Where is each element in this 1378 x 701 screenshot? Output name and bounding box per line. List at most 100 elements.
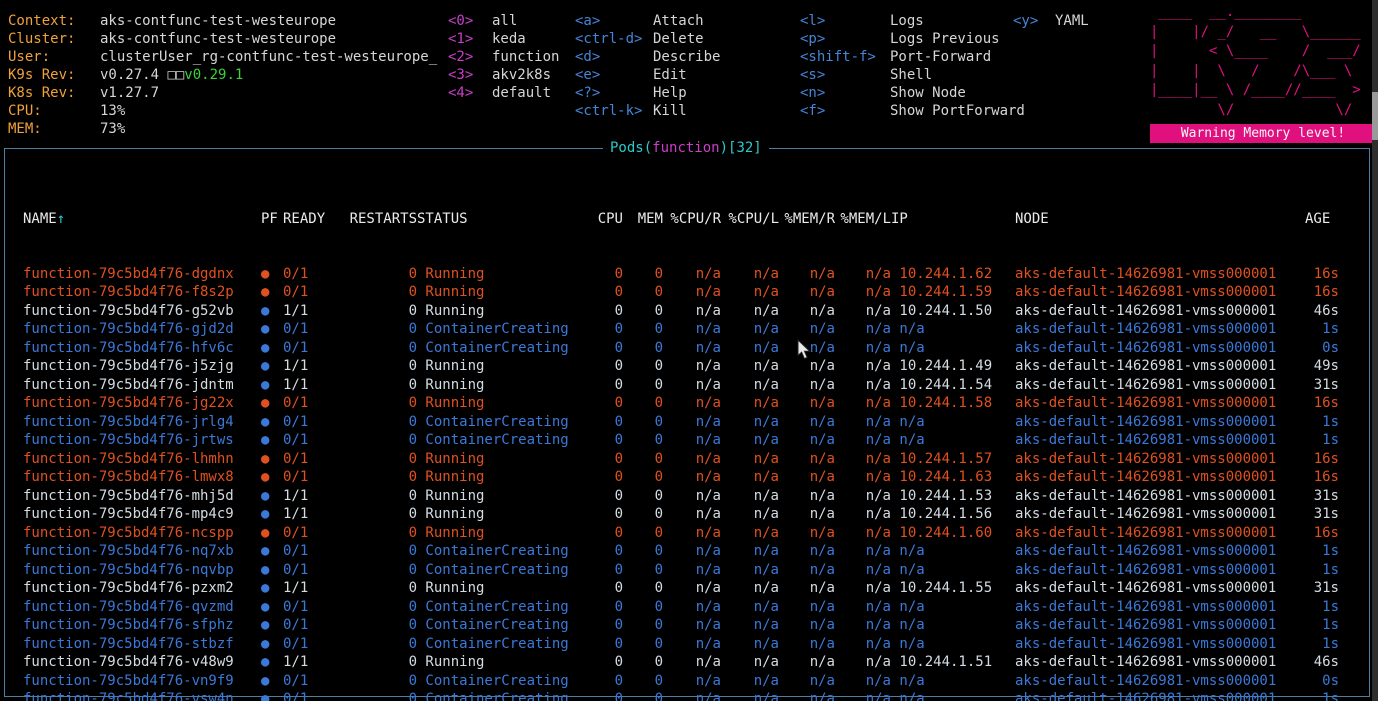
pod-restarts: 0 [345,690,417,701]
action-item[interactable]: <p>Logs Previous [800,30,1025,48]
action-item[interactable]: <n>Show Node [800,84,1025,102]
scrollbar[interactable] [1372,0,1378,701]
action-hotkeys-col2: <l>Logs<p>Logs Previous<shift-f>Port-For… [800,12,1025,120]
pod-row[interactable]: function-79c5bd4f76-vsw4n●0/10 Container… [5,690,1369,701]
column-header-p2[interactable]: %CPU/L [721,210,779,229]
pod-pcpu-r: n/a [663,468,721,487]
column-header-p3[interactable]: %MEM/R [779,210,835,229]
action-hotkeys-col1: <a>Attach<ctrl-d>Delete<d>Describe<e>Edi… [575,12,720,120]
column-header-name[interactable]: NAME↑ [23,210,261,229]
pod-pcpu-l: n/a [721,672,779,691]
column-header-ready[interactable]: READY [283,210,345,229]
pod-age: 16s [1305,524,1339,543]
pod-pcpu-l: n/a [721,431,779,450]
column-header-ip[interactable]: IP [891,210,1015,229]
pod-pmem-l: n/a [835,302,891,321]
action-item[interactable]: <f>Show PortForward [800,102,1025,120]
pods-panel: Pods(function)[32] NAME↑PFREADYRESTARTSS… [4,148,1370,697]
pod-row[interactable]: function-79c5bd4f76-mhj5d●1/10 Running00… [5,487,1369,506]
action-item[interactable]: <s>Shell [800,66,1025,84]
pf-indicator-icon: ● [261,413,283,432]
action-item[interactable]: <ctrl-d>Delete [575,30,720,48]
pod-ip: 10.244.1.59 [891,283,1015,302]
pod-row[interactable]: function-79c5bd4f76-ncspp●0/10 Running00… [5,524,1369,543]
pod-row[interactable]: function-79c5bd4f76-sfphz●0/10 Container… [5,616,1369,635]
namespace-item[interactable]: <4>default [448,84,559,102]
column-header-cpu[interactable]: CPU [585,210,623,229]
pod-row[interactable]: function-79c5bd4f76-g52vb●1/10 Running00… [5,302,1369,321]
pod-node: aks-default-14626981-vmss000001 [1015,320,1305,339]
pod-pcpu-r: n/a [663,265,721,284]
pod-mem: 0 [623,265,663,284]
pod-row[interactable]: function-79c5bd4f76-jdntm●1/10 Running00… [5,376,1369,395]
pod-pcpu-l: n/a [721,302,779,321]
pod-age: 46s [1305,302,1339,321]
pod-status: Running [417,487,585,506]
pod-row[interactable]: function-79c5bd4f76-jrlg4●0/10 Container… [5,413,1369,432]
pod-ready: 1/1 [283,579,345,598]
pod-name: function-79c5bd4f76-mhj5d [23,487,261,506]
pod-row[interactable]: function-79c5bd4f76-vn9f9●0/10 Container… [5,672,1369,691]
pod-mem: 0 [623,690,663,701]
pod-cpu: 0 [585,542,623,561]
column-header-pf[interactable]: PF [261,210,283,229]
pod-row[interactable]: function-79c5bd4f76-lmwx8●0/10 Running00… [5,468,1369,487]
action-item[interactable]: <ctrl-k>Kill [575,102,720,120]
namespace-item[interactable]: <3>akv2k8s [448,66,559,84]
pod-row[interactable]: function-79c5bd4f76-j5zjg●1/10 Running00… [5,357,1369,376]
pod-row[interactable]: function-79c5bd4f76-qvzmd●0/10 Container… [5,598,1369,617]
pod-row[interactable]: function-79c5bd4f76-lhmhn●0/10 Running00… [5,450,1369,469]
pod-row[interactable]: function-79c5bd4f76-stbzf●0/10 Container… [5,635,1369,654]
pod-name: function-79c5bd4f76-j5zjg [23,357,261,376]
namespace-item[interactable]: <0>all [448,12,559,30]
pod-pmem-l: n/a [835,339,891,358]
pod-pcpu-l: n/a [721,690,779,701]
pod-row[interactable]: function-79c5bd4f76-jg22x●0/10 Running00… [5,394,1369,413]
namespace-item[interactable]: <2>function [448,48,559,66]
pod-mem: 0 [623,413,663,432]
pod-row[interactable]: function-79c5bd4f76-f8s2p●0/10 Running00… [5,283,1369,302]
pf-indicator-icon: ● [261,265,283,284]
pod-ip: 10.244.1.62 [891,265,1015,284]
action-item[interactable]: <a>Attach [575,12,720,30]
pod-pcpu-r: n/a [663,302,721,321]
pod-row[interactable]: function-79c5bd4f76-hfv6c●0/10 Container… [5,339,1369,358]
column-header-status[interactable]: STATUS [417,210,585,229]
pod-ready: 0/1 [283,283,345,302]
pod-pmem-r: n/a [779,487,835,506]
pod-row[interactable]: function-79c5bd4f76-nqvbp●0/10 Container… [5,561,1369,580]
pod-row[interactable]: function-79c5bd4f76-dgdnx●0/10 Running00… [5,265,1369,284]
pod-row[interactable]: function-79c5bd4f76-pzxm2●1/10 Running00… [5,579,1369,598]
action-item[interactable]: <y>YAML [1013,12,1089,30]
action-item-key: <d> [575,48,653,66]
column-header-age[interactable]: AGE [1305,210,1339,229]
action-item[interactable]: <l>Logs [800,12,1025,30]
column-header-p1[interactable]: %CPU/R [663,210,721,229]
column-header-mem[interactable]: MEM [623,210,663,229]
pod-cpu: 0 [585,616,623,635]
pod-row[interactable]: function-79c5bd4f76-mp4c9●1/10 Running00… [5,505,1369,524]
column-header-p4[interactable]: %MEM/L [835,210,891,229]
pod-pcpu-r: n/a [663,450,721,469]
namespace-item-label: akv2k8s [492,67,551,83]
pod-pmem-l: n/a [835,283,891,302]
pod-pmem-r: n/a [779,635,835,654]
action-item[interactable]: <d>Describe [575,48,720,66]
pod-pmem-r: n/a [779,561,835,580]
action-item[interactable]: <shift-f>Port-Forward [800,48,1025,66]
namespace-item[interactable]: <1>keda [448,30,559,48]
pod-pcpu-l: n/a [721,542,779,561]
pod-row[interactable]: function-79c5bd4f76-nq7xb●0/10 Container… [5,542,1369,561]
action-item[interactable]: <?>Help [575,84,720,102]
action-item[interactable]: <e>Edit [575,66,720,84]
pod-row[interactable]: function-79c5bd4f76-jrtws●0/10 Container… [5,431,1369,450]
pod-row[interactable]: function-79c5bd4f76-v48w9●1/10 Running00… [5,653,1369,672]
column-header-restarts[interactable]: RESTARTS [345,210,417,229]
pod-pmem-l: n/a [835,672,891,691]
column-header-node[interactable]: NODE [1015,210,1305,229]
pod-cpu: 0 [585,598,623,617]
scrollbar-thumb[interactable] [1372,92,1378,140]
pod-pmem-r: n/a [779,579,835,598]
pod-status: ContainerCreating [417,561,585,580]
pod-row[interactable]: function-79c5bd4f76-gjd2d●0/10 Container… [5,320,1369,339]
